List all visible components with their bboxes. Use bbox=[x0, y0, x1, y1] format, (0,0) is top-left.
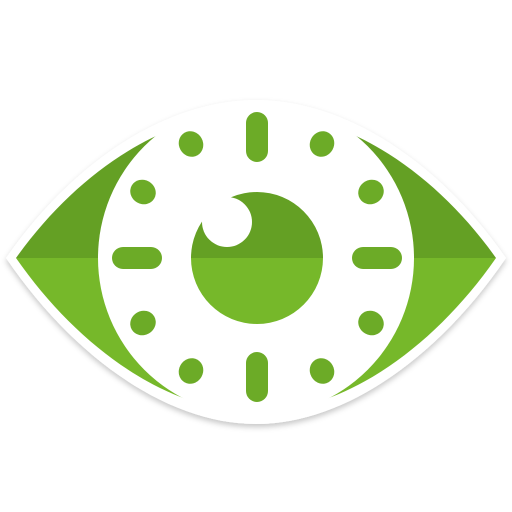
hour-mark-12 bbox=[246, 112, 268, 162]
pupil-highlight bbox=[202, 197, 252, 247]
hour-mark-6 bbox=[246, 352, 268, 402]
app-canvas bbox=[0, 0, 512, 512]
hour-mark-3 bbox=[352, 247, 402, 269]
eye-clock-icon bbox=[6, 100, 506, 424]
hour-mark-9 bbox=[112, 247, 162, 269]
